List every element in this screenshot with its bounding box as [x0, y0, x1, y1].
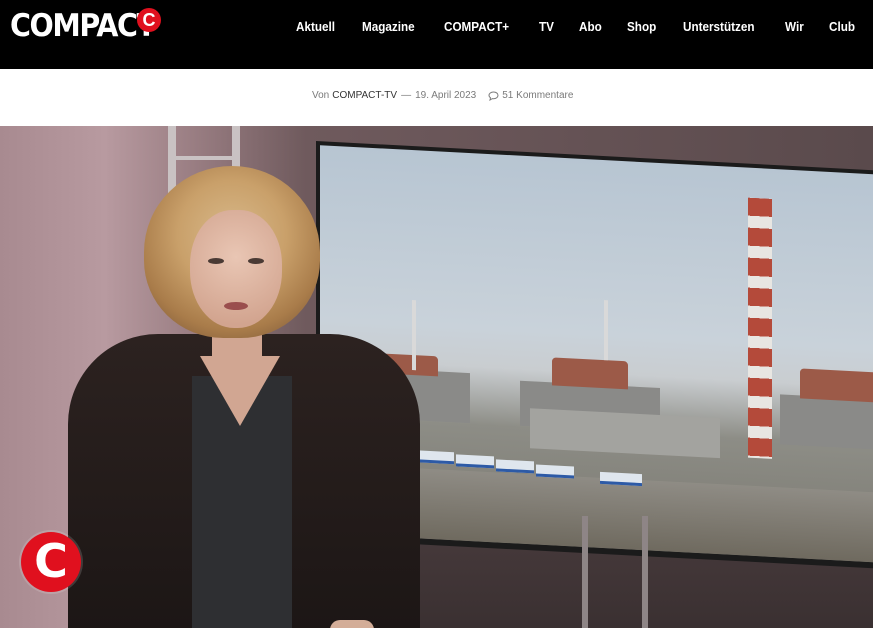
speech-bubble-icon — [488, 90, 499, 101]
author-link[interactable]: COMPACT-TV — [332, 90, 397, 101]
comments-link[interactable]: 51 Kommentare — [488, 90, 573, 101]
comments-count: 51 Kommentare — [502, 90, 574, 101]
post-meta: Von COMPACT-TV — 19. April 2023 51 Komme… — [312, 90, 573, 101]
channel-logo-icon: C — [21, 532, 81, 592]
logo-badge-icon: C — [137, 8, 161, 32]
nav-item-unterstuetzen[interactable]: Unterstützen — [683, 18, 755, 36]
display-stand — [582, 516, 662, 628]
main-nav: Aktuell Magazine COMPACT+ TV Abo Shop Un… — [296, 18, 858, 36]
nav-item-wir[interactable]: Wir — [785, 18, 804, 36]
site-logo[interactable]: COMPACT C — [10, 8, 167, 44]
nav-item-shop[interactable]: Shop — [627, 18, 656, 36]
nav-item-magazine[interactable]: Magazine — [362, 18, 415, 36]
nav-item-club[interactable]: Club — [829, 18, 855, 36]
post-meta-bar: Von COMPACT-TV — 19. April 2023 51 Komme… — [0, 69, 873, 126]
meta-separator: — — [401, 90, 412, 101]
logo-wordmark: COMPACT — [10, 8, 156, 44]
post-date: 19. April 2023 — [415, 90, 477, 101]
site-header: COMPACT C Aktuell Magazine COMPACT+ TV A… — [0, 0, 873, 69]
nav-item-compact-plus[interactable]: COMPACT+ — [444, 18, 509, 36]
nav-item-aktuell[interactable]: Aktuell — [296, 18, 335, 36]
nav-item-tv[interactable]: TV — [539, 18, 554, 36]
nav-item-abo[interactable]: Abo — [579, 18, 602, 36]
featured-video[interactable]: C — [0, 126, 873, 628]
byline-prefix: Von — [312, 90, 330, 101]
presenter — [60, 166, 420, 628]
